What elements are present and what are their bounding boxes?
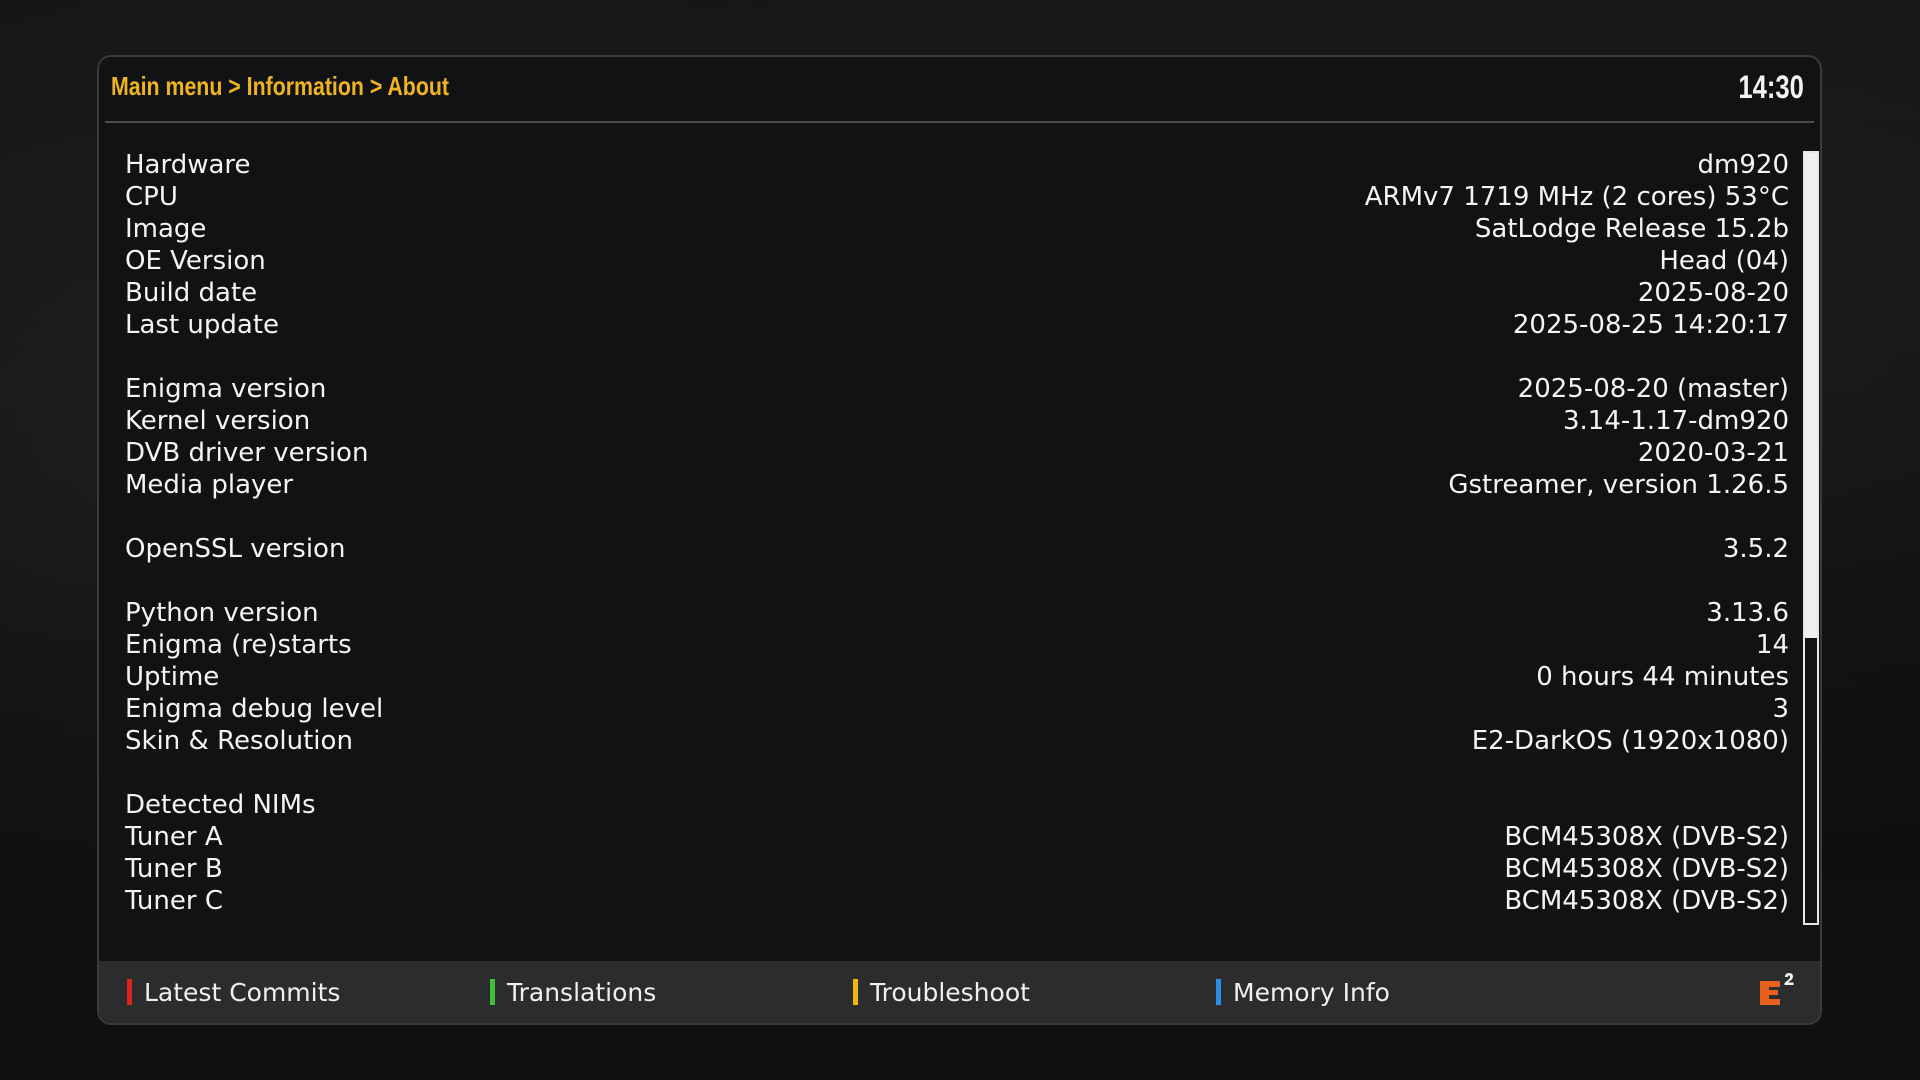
breadcrumb: Main menu > Information > About [111,71,449,101]
scrollbar-thumb[interactable] [1805,153,1817,638]
row-spacer [125,565,1789,597]
row-spacer [125,757,1789,789]
info-label: Enigma version [125,374,327,404]
info-value: Head (04) [1659,246,1789,276]
info-label: Skin & Resolution [125,726,353,756]
info-row: Hardware dm920 [125,149,1789,181]
info-label: Hardware [125,150,251,180]
info-value: E2-DarkOS (1920x1080) [1471,726,1789,756]
info-row: Enigma version 2025-08-20 (master) [125,373,1789,405]
blue-key-label: Memory Info [1233,977,1390,1007]
info-row: Tuner C BCM45308X (DVB-S2) [125,885,1789,917]
yellow-key-button[interactable]: Troubleshoot [853,975,1030,1009]
info-value: 3.5.2 [1722,534,1789,564]
info-value: BCM45308X (DVB-S2) [1504,886,1789,916]
red-key-label: Latest Commits [144,977,341,1007]
info-value: BCM45308X (DVB-S2) [1504,854,1789,884]
info-row: Uptime 0 hours 44 minutes [125,661,1789,693]
info-value: 2020-03-21 [1637,438,1789,468]
info-label: Kernel version [125,406,311,436]
info-label: Enigma debug level [125,694,384,724]
info-row: Tuner A BCM45308X (DVB-S2) [125,821,1789,853]
info-row: Enigma debug level 3 [125,693,1789,725]
red-key-button[interactable]: Latest Commits [127,975,340,1009]
info-row: Tuner B BCM45308X (DVB-S2) [125,853,1789,885]
info-row: OpenSSL version 3.5.2 [125,533,1789,565]
info-value: 3.13.6 [1706,598,1789,628]
info-label: Image [125,214,207,244]
info-row: Media player Gstreamer, version 1.26.5 [125,469,1789,501]
info-label: Tuner B [125,854,223,884]
scrollbar[interactable] [1803,151,1819,925]
info-row: Python version 3.13.6 [125,597,1789,629]
info-row: OE Version Head (04) [125,245,1789,277]
info-label: Uptime [125,662,220,692]
green-key-button[interactable]: Translations [490,975,656,1009]
info-label: OE Version [125,246,266,276]
info-value: Gstreamer, version 1.26.5 [1448,470,1789,500]
info-value: ARMv7 1719 MHz (2 cores) 53°C [1364,182,1789,212]
yellow-key-label: Troubleshoot [870,977,1030,1007]
info-value: SatLodge Release 15.2b [1474,214,1789,244]
green-key-icon [490,979,495,1005]
info-label: OpenSSL version [125,534,346,564]
info-row: Build date 2025-08-20 [125,277,1789,309]
info-value: 2025-08-20 (master) [1517,374,1789,404]
red-key-icon [127,979,132,1005]
info-label: Python version [125,598,319,628]
info-value: dm920 [1697,150,1789,180]
info-label: CPU [125,182,178,212]
info-label: Enigma (re)starts [125,630,352,660]
info-row: Enigma (re)starts 14 [125,629,1789,661]
clock: 14:30 [1738,69,1804,105]
info-row: CPU ARMv7 1719 MHz (2 cores) 53°C [125,181,1789,213]
info-label: DVB driver version [125,438,369,468]
info-row: Skin & Resolution E2-DarkOS (1920x1080) [125,725,1789,757]
info-label: Media player [125,470,294,500]
info-value: BCM45308X (DVB-S2) [1504,822,1789,852]
info-row: Kernel version 3.14-1.17-dm920 [125,405,1789,437]
info-row: Last update 2025-08-25 14:20:17 [125,309,1789,341]
info-label: Tuner A [125,822,223,852]
row-spacer [125,501,1789,533]
title-divider [105,121,1814,123]
info-value: 14 [1755,630,1789,660]
info-label: Detected NIMs [125,790,316,820]
info-value: 3 [1772,694,1789,724]
info-value: 3.14-1.17-dm920 [1562,406,1789,436]
info-row: Image SatLodge Release 15.2b [125,213,1789,245]
row-spacer [125,341,1789,373]
yellow-key-icon [853,979,858,1005]
info-list[interactable]: Hardware dm920 CPU ARMv7 1719 MHz (2 cores)… [125,149,1789,917]
info-label: Build date [125,278,258,308]
info-value: 0 hours 44 minutes [1536,662,1789,692]
blue-key-icon [1216,979,1221,1005]
info-value: 2025-08-25 14:20:17 [1512,310,1789,340]
info-row: Detected NIMs [125,789,1789,821]
e2-logo-icon [1760,973,1794,1005]
color-key-bar: Latest Commits Translations Troubleshoot… [99,961,1820,1023]
about-dialog: Main menu > Information > About 14:30 Ha… [97,55,1822,1025]
info-row: DVB driver version 2020-03-21 [125,437,1789,469]
info-label: Last update [125,310,280,340]
title-bar: Main menu > Information > About 14:30 [99,57,1820,123]
info-label: Tuner C [125,886,223,916]
green-key-label: Translations [507,977,657,1007]
info-value: 2025-08-20 [1637,278,1789,308]
blue-key-button[interactable]: Memory Info [1216,975,1390,1009]
